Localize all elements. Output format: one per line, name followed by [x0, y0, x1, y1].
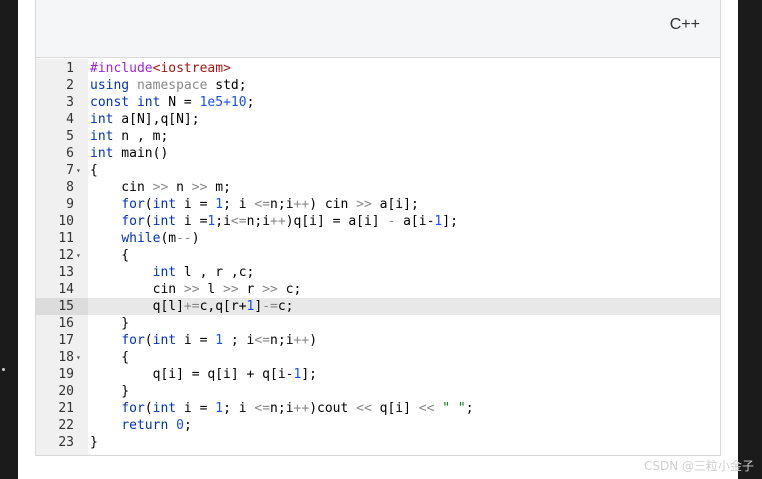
code-text: return 0; [121, 418, 192, 433]
code-text: cin >> l >> r >> c; [90, 282, 302, 297]
code-text: q[i] = q[i] + q[i-1]; [90, 367, 317, 382]
code-line[interactable]: 22 return 0; [36, 417, 720, 434]
line-number: 3 [66, 95, 74, 110]
fold-toggle-icon[interactable]: ▾ [76, 162, 86, 179]
line-number: 22 [58, 418, 74, 433]
line-number: 16 [58, 316, 74, 331]
code-line[interactable]: 14 cin >> l >> r >> c; [36, 281, 720, 298]
code-text: int n , m; [90, 129, 169, 144]
line-number: 20 [58, 384, 74, 399]
line-number: 15 [36, 298, 88, 315]
watermark: CSDN @三粒小金子 [643, 459, 754, 473]
line-number: 1 [66, 61, 74, 76]
code-text: cin >> n >> m; [90, 180, 231, 195]
code-text: int a[N],q[N]; [90, 112, 200, 127]
code-line[interactable]: 11 while(m--) [36, 230, 720, 247]
code-line[interactable]: 17 for(int i = 1 ; i<=n;i++) [36, 332, 720, 349]
fold-toggle-icon[interactable]: ▾ [76, 349, 86, 366]
code-text: int l , r ,c; [152, 265, 255, 280]
line-number: 11 [58, 231, 74, 246]
language-label: C++ [669, 16, 700, 33]
code-editor[interactable]: 1 #include<iostream> 2 using namespace std;… [36, 59, 720, 455]
fold-toggle-icon[interactable]: ▾ [76, 247, 86, 264]
line-number: 5 [66, 129, 74, 144]
code-text: } [90, 316, 130, 331]
line-number: 23 [58, 435, 74, 450]
code-line[interactable]: 16 } [36, 315, 720, 332]
code-line[interactable]: 4 int a[N],q[N]; [36, 111, 720, 128]
code-lines: 1 #include<iostream> 2 using namespace std;… [36, 59, 720, 451]
page-frame: C++ 1 #include<iostream> 2 using namespace … [18, 0, 738, 479]
code-text: const int N = 1e5+10; [90, 95, 255, 110]
code-text: int main() [90, 146, 169, 161]
line-number: 17 [58, 333, 74, 348]
code-text: using namespace std; [90, 78, 247, 93]
code-text: #include<iostream> [90, 61, 231, 76]
code-line[interactable]: 13 int l , r ,c; [36, 264, 720, 281]
line-number: 14 [58, 282, 74, 297]
code-text: for(int i = 1; i <=n;i++) cin >> a[i]; [121, 197, 419, 212]
code-text: for(int i =1;i<=n;i++)q[i] = a[i] - a[i-… [121, 214, 458, 229]
code-header: C++ [36, 0, 720, 58]
line-number: 8 [66, 180, 74, 195]
code-text: { [90, 350, 130, 365]
code-line[interactable]: 7 ▾ { [36, 162, 720, 179]
line-number: 2 [66, 78, 74, 93]
code-text: for(int i = 1; i <=n;i++)cout << q[i] <<… [121, 401, 474, 416]
code-line[interactable]: 1 #include<iostream> [36, 60, 720, 77]
line-number: 10 [58, 214, 74, 229]
code-text: } [90, 384, 130, 399]
line-number: 9 [66, 197, 74, 212]
code-text: for(int i = 1 ; i<=n;i++) [121, 333, 318, 348]
code-line[interactable]: 8 cin >> n >> m; [36, 179, 720, 196]
line-number: 18 [58, 350, 74, 365]
code-line[interactable]: 18 ▾ { [36, 349, 720, 366]
code-line[interactable]: 21 for(int i = 1; i <=n;i++)cout << q[i]… [36, 400, 720, 417]
code-text: { [90, 248, 130, 263]
line-number: 7 [66, 163, 74, 178]
code-line[interactable]: 19 q[i] = q[i] + q[i-1]; [36, 366, 720, 383]
line-number: 6 [66, 146, 74, 161]
code-line[interactable]: 12 ▾ { [36, 247, 720, 264]
code-line[interactable]: 23} [36, 434, 720, 451]
code-text: q[l]+=c,q[r+1]-=c; [90, 299, 294, 314]
line-number: 4 [66, 112, 74, 127]
code-text: } [90, 435, 98, 450]
code-line[interactable]: 5 int n , m; [36, 128, 720, 145]
code-text: { [90, 163, 98, 178]
code-line[interactable]: 20 } [36, 383, 720, 400]
line-number: 13 [58, 265, 74, 280]
code-panel: C++ 1 #include<iostream> 2 using namespace … [35, 0, 721, 456]
background-dot [2, 368, 5, 371]
line-number: 21 [58, 401, 74, 416]
code-line[interactable]: 2 using namespace std; [36, 77, 720, 94]
code-line[interactable]: 3 const int N = 1e5+10; [36, 94, 720, 111]
code-text: while(m--) [121, 231, 200, 246]
line-number: 12 [58, 248, 74, 263]
code-line[interactable]: 9 for(int i = 1; i <=n;i++) cin >> a[i]; [36, 196, 720, 213]
code-line[interactable]: 6 int main() [36, 145, 720, 162]
code-line[interactable]: 15 q[l]+=c,q[r+1]-=c; [36, 298, 720, 315]
code-line[interactable]: 10 for(int i =1;i<=n;i++)q[i] = a[i] - a… [36, 213, 720, 230]
line-number: 19 [58, 367, 74, 382]
